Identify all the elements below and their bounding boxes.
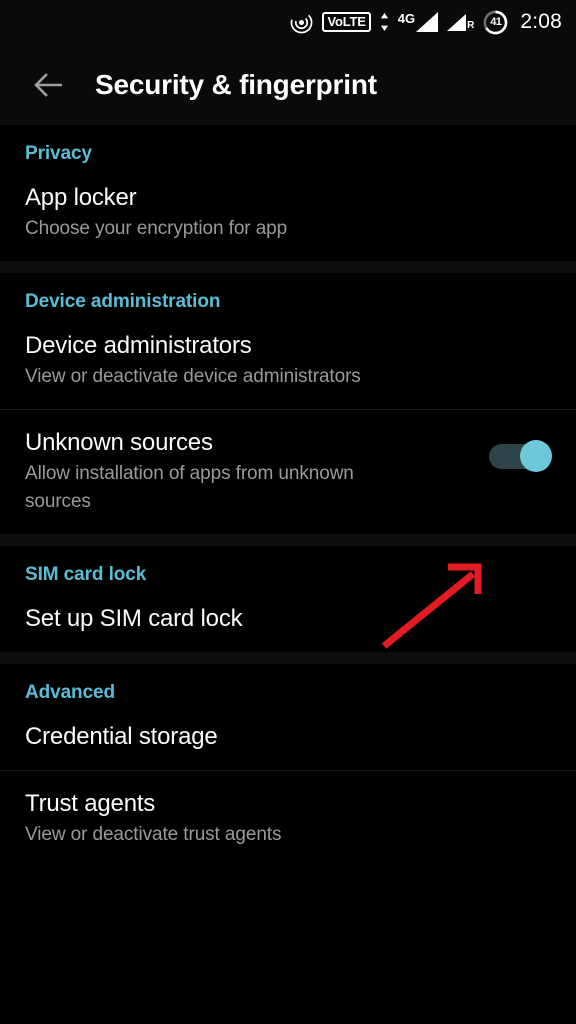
- section-separator: [0, 534, 576, 546]
- status-bar-icons: VoLTE 4G R 41 2:08: [290, 10, 562, 35]
- list-item-credential-storage[interactable]: Credential storage: [0, 704, 576, 770]
- list-item-trust-agents[interactable]: Trust agents View or deactivate trust ag…: [0, 771, 576, 867]
- section-header-device-administration: Device administration: [25, 291, 221, 312]
- page-title: Security & fingerprint: [95, 68, 377, 100]
- section-device-administration: Device administration Device administrat…: [0, 273, 576, 534]
- status-bar: VoLTE 4G R 41 2:08: [0, 0, 576, 44]
- section-header-privacy: Privacy: [25, 143, 92, 164]
- list-item-subtitle: Choose your encryption for app: [25, 218, 288, 239]
- roaming-label: R: [467, 19, 475, 31]
- signal-4g-icon: 4G: [397, 11, 439, 32]
- toggle-thumb: [520, 440, 552, 472]
- section-privacy: Privacy App locker Choose your encryptio…: [0, 125, 576, 261]
- signal-roaming-icon: R: [447, 13, 475, 31]
- phone-screen: VoLTE 4G R 41 2:08 Security & fingerprin…: [0, 0, 576, 1024]
- vowifi-icon: [290, 11, 313, 34]
- list-item-title: Trust agents: [25, 790, 156, 817]
- list-item-subtitle: Allow installation of apps from unknown …: [25, 463, 354, 512]
- section-separator: [0, 261, 576, 273]
- list-item-device-administrators[interactable]: Device administrators View or deactivate…: [0, 313, 576, 409]
- list-item-set-up-sim-card-lock[interactable]: Set up SIM card lock: [0, 586, 576, 652]
- signal-bars-primary: [416, 12, 439, 32]
- section-header-advanced: Advanced: [25, 682, 116, 703]
- signal-bars-secondary: [447, 13, 467, 31]
- list-item-subtitle: View or deactivate device administrators: [25, 366, 361, 387]
- section-separator: [0, 652, 576, 664]
- battery-level-label: 41: [490, 16, 502, 28]
- section-advanced: Advanced Credential storage Trust agents…: [0, 664, 576, 867]
- list-item-subtitle: View or deactivate trust agents: [25, 824, 282, 845]
- list-item-unknown-sources[interactable]: Unknown sources Allow installation of ap…: [0, 410, 576, 534]
- list-item-title: App locker: [25, 184, 137, 211]
- list-item-title: Unknown sources: [25, 429, 213, 456]
- signal-4g-label: 4G: [397, 11, 416, 26]
- volte-icon: VoLTE: [322, 12, 371, 32]
- data-transfer-icon: [380, 11, 389, 33]
- battery-icon: 41: [483, 10, 508, 35]
- section-sim-card-lock: SIM card lock Set up SIM card lock: [0, 546, 576, 652]
- app-toolbar: Security & fingerprint: [0, 44, 576, 125]
- section-header-sim-card-lock: SIM card lock: [25, 564, 147, 585]
- list-item-app-locker[interactable]: App locker Choose your encryption for ap…: [0, 165, 576, 261]
- list-item-title: Device administrators: [25, 332, 252, 359]
- back-button[interactable]: [24, 61, 72, 109]
- back-arrow-icon: [34, 72, 62, 97]
- volte-label: VoLTE: [322, 12, 371, 32]
- unknown-sources-toggle[interactable]: [489, 440, 552, 472]
- status-bar-clock: 2:08: [520, 10, 562, 33]
- settings-list[interactable]: Privacy App locker Choose your encryptio…: [0, 125, 576, 1024]
- list-item-title: Set up SIM card lock: [25, 605, 243, 632]
- list-item-title: Credential storage: [25, 723, 218, 750]
